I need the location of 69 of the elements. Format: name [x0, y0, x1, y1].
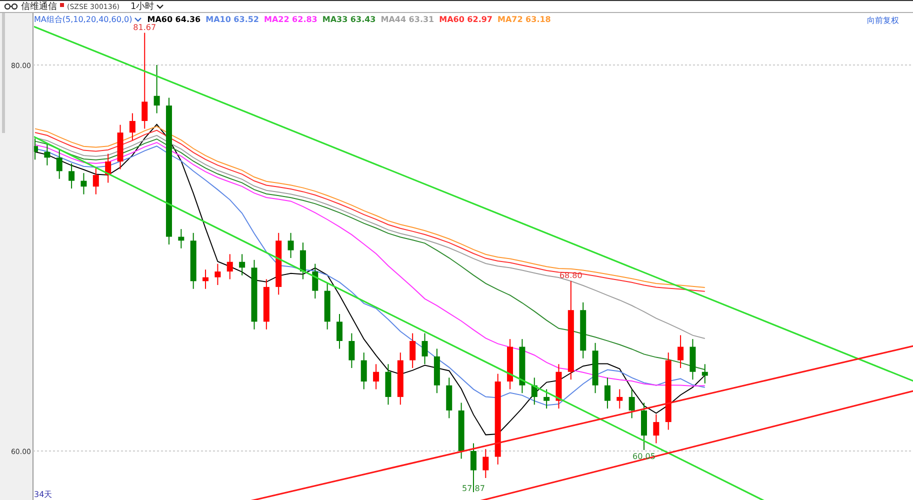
candlestick — [616, 388, 623, 410]
candlestick — [263, 278, 270, 330]
candlestick — [628, 388, 635, 419]
candlestick — [422, 332, 428, 365]
price-label: 60.05 — [632, 452, 656, 462]
candlestick — [360, 352, 367, 390]
legend-item: MA60 62.97 — [439, 15, 492, 24]
chevron-down-icon — [134, 17, 142, 22]
candlestick — [288, 232, 294, 258]
candlestick — [300, 242, 306, 280]
legend-item: MA22 62.83 — [264, 15, 318, 24]
stock-name: 信维通信 — [21, 2, 57, 12]
candlestick — [56, 149, 62, 180]
adjustment-link[interactable]: 向前复权 — [867, 15, 899, 26]
indicator-dropdown[interactable]: MA组合(5,10,20,40,60,0) — [34, 14, 142, 25]
candlestick — [690, 338, 696, 380]
candlestick — [507, 338, 514, 390]
candlestick — [653, 414, 660, 444]
candlestick — [34, 138, 38, 160]
candlestick — [312, 263, 318, 300]
period-dropdown[interactable]: 1小时 — [130, 2, 164, 12]
time-span-label: 34天 — [34, 489, 52, 500]
candlestick — [105, 153, 112, 184]
candlestick — [373, 364, 380, 390]
candlestick — [580, 302, 586, 359]
candlestick — [641, 402, 647, 451]
candlestick — [324, 282, 330, 330]
candlestick — [44, 144, 50, 166]
candlestick — [348, 332, 355, 368]
candlestick — [239, 254, 246, 276]
candlestick — [592, 342, 598, 394]
price-label: 81.67 — [133, 22, 156, 32]
candlestick — [154, 64, 160, 114]
candlestick — [385, 364, 392, 406]
legend-item: MA72 63.18 — [497, 15, 551, 24]
legend-item: MA10 63.52 — [206, 15, 259, 24]
candlestick — [434, 348, 440, 394]
candlestick — [604, 377, 610, 410]
candlestick — [202, 269, 209, 290]
price-label: 68.80 — [559, 271, 582, 280]
glasses-icon[interactable] — [4, 3, 18, 10]
candlestick — [276, 232, 282, 296]
chevron-down-icon — [156, 4, 164, 9]
candlestick — [410, 332, 416, 368]
candlestick — [68, 162, 75, 190]
marker-icon — [60, 3, 64, 7]
candlestick — [544, 388, 550, 410]
candlestick — [80, 172, 87, 195]
candlestick — [117, 124, 124, 170]
candlestick — [336, 313, 342, 350]
candlestick — [531, 377, 538, 406]
candlestick — [556, 364, 562, 410]
candlestick — [129, 112, 136, 141]
candlestick — [519, 338, 526, 394]
candlestick — [251, 259, 258, 330]
candlestick — [482, 448, 489, 479]
legend-item: MA44 63.31 — [380, 15, 434, 24]
candlestick — [214, 263, 221, 286]
candlestick — [678, 334, 684, 368]
candlestick — [226, 254, 233, 280]
candlestick — [190, 232, 196, 290]
legend-item: MA33 63.43 — [322, 15, 376, 24]
candlestick — [92, 166, 99, 195]
candlestick — [458, 402, 464, 460]
candlestick — [397, 352, 404, 406]
candlestick — [178, 228, 184, 249]
legend-item: MA60 64.36 — [147, 15, 201, 24]
candlestick — [702, 364, 708, 384]
candlestick — [446, 377, 452, 419]
